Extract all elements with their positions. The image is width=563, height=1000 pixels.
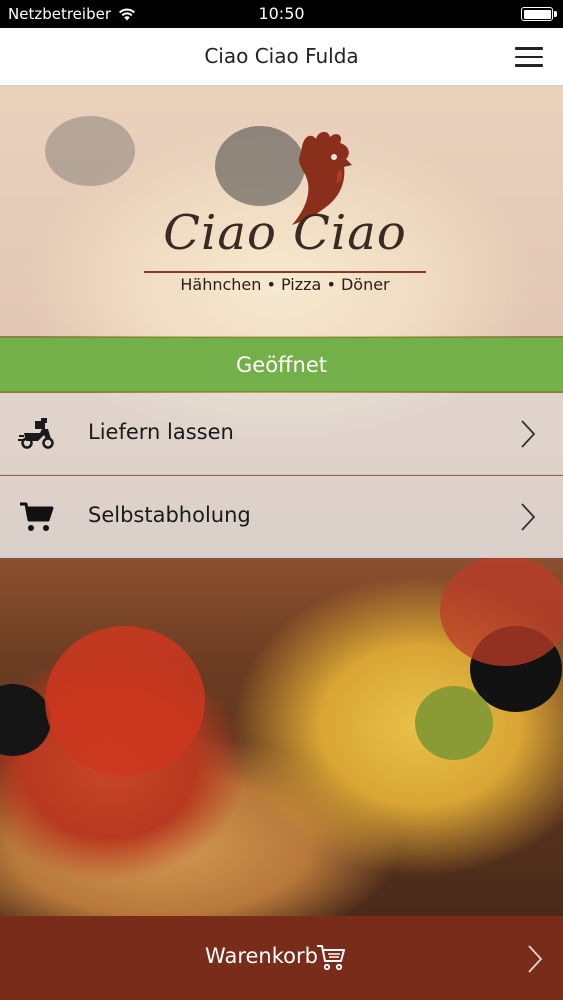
clock: 10:50 xyxy=(258,4,305,23)
status-bar: Netzbetreiber 10:50 xyxy=(0,0,563,28)
page-title: Ciao Ciao Fulda xyxy=(204,44,359,68)
tomato-decoration xyxy=(45,626,205,776)
logo-wordmark: Ciao Ciao xyxy=(163,205,407,261)
logo-divider xyxy=(144,271,426,273)
chevron-right-icon xyxy=(528,945,543,973)
delivery-option-label: Liefern lassen xyxy=(88,420,234,444)
cart-label-row: Warenkorb xyxy=(0,944,563,968)
navigation-bar: Ciao Ciao Fulda xyxy=(0,28,563,86)
olive-decoration xyxy=(45,116,135,186)
battery-icon xyxy=(521,7,557,21)
hamburger-menu-icon[interactable] xyxy=(515,47,543,67)
shopping-cart-icon xyxy=(20,502,54,531)
delivery-scooter-icon xyxy=(18,418,54,449)
cart-button[interactable]: Warenkorb xyxy=(0,916,563,1000)
salami-decoration xyxy=(440,556,563,666)
cart-label: Warenkorb xyxy=(205,944,318,968)
opening-status-banner: Geöffnet xyxy=(0,337,563,392)
chevron-right-icon xyxy=(521,503,536,531)
green-olive-decoration xyxy=(415,686,493,760)
olive-decoration xyxy=(0,684,51,756)
pickup-option-button[interactable]: Selbstabholung xyxy=(0,476,563,558)
chevron-right-icon xyxy=(521,420,536,448)
pickup-option-label: Selbstabholung xyxy=(88,503,251,527)
restaurant-logo: Ciao Ciao Hähnchen • Pizza • Döner xyxy=(140,125,430,310)
logo-tagline: Hähnchen • Pizza • Döner xyxy=(180,275,390,294)
delivery-option-button[interactable]: Liefern lassen xyxy=(0,393,563,475)
cart-outline-icon xyxy=(317,945,345,971)
opening-status-label: Geöffnet xyxy=(236,352,327,377)
